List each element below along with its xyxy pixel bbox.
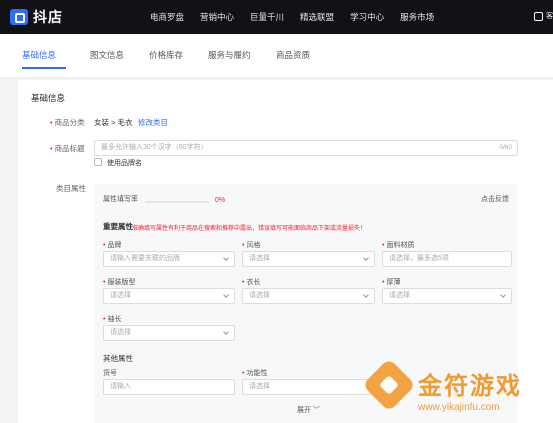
item-no-label: 货号 — [103, 370, 117, 377]
tab-basic-info[interactable]: 基础信息 — [22, 49, 56, 61]
tab-image-text[interactable]: 图文信息 — [90, 49, 124, 61]
use-brand-name-checkbox[interactable] — [94, 158, 102, 166]
fill-rate-progress — [145, 201, 209, 203]
chevron-down-icon — [223, 292, 229, 298]
fill-rate-percent: 0% — [215, 197, 226, 204]
item-no-input[interactable]: 请输入 — [103, 379, 235, 395]
sleeve-select[interactable]: 请选择 — [103, 325, 235, 341]
brand-label: • 品牌 — [103, 242, 122, 249]
title-char-counter: 0/60 — [499, 144, 512, 151]
top-nav-bar: 抖店 电商罗盘 营销中心 巨量千川 精选联盟 学习中心 服务市场 客 — [0, 0, 553, 34]
chevron-down-icon — [500, 292, 506, 298]
customer-service-button[interactable]: 客 — [534, 11, 553, 21]
active-tab-indicator — [22, 67, 66, 69]
fabric-label: • 面料材质 — [382, 242, 415, 249]
sleeve-label: • 袖长 — [103, 316, 122, 323]
feedback-link[interactable]: 点击反馈 — [481, 194, 509, 204]
title-label: • 商品标题 — [50, 144, 85, 153]
important-attrs-hint: 准确填写属性有利于商品在搜索和推荐中露出，错误填写可能面临商品下架或流量损失！ — [132, 226, 367, 232]
important-attrs-title: 重要属性 — [103, 222, 133, 231]
edit-category-link[interactable]: 修改类目 — [138, 117, 168, 128]
tab-price-stock[interactable]: 价格库存 — [149, 49, 183, 61]
chevron-down-icon — [363, 292, 369, 298]
watermark-title: 金符游戏 — [418, 373, 522, 400]
section-title: 基础信息 — [31, 93, 66, 103]
customer-service-icon — [534, 11, 543, 21]
expand-button[interactable]: 展开 ﹀ — [297, 405, 320, 415]
fit-label: • 服装版型 — [103, 279, 136, 286]
watermark: 金符游戏 www.yikajinfu.com — [362, 358, 553, 423]
top-nav-item[interactable]: 电商罗盘 — [150, 11, 184, 23]
thickness-select[interactable]: 请选择 — [382, 288, 512, 304]
watermark-url: www.yikajinfu.com — [418, 402, 500, 413]
fit-select[interactable]: 请选择 — [103, 288, 235, 304]
top-nav-item[interactable]: 学习中心 — [350, 11, 384, 23]
function-select[interactable]: 请选择 — [242, 379, 375, 395]
fill-rate-label: 属性填写率 — [103, 196, 138, 203]
chevron-down-icon — [223, 329, 229, 335]
length-select[interactable]: 请选择 — [242, 288, 375, 304]
fabric-select[interactable]: 请选择，最多选5项 — [382, 251, 512, 267]
brand-select[interactable]: 请输入需要关联的品牌 — [103, 251, 235, 267]
chevron-down-icon — [223, 255, 229, 261]
function-label: • 功能性 — [242, 370, 268, 377]
top-nav-menu: 电商罗盘 营销中心 巨量千川 精选联盟 学习中心 服务市场 — [150, 11, 450, 23]
style-label: • 风格 — [242, 242, 261, 249]
tab-service-fulfillment[interactable]: 服务与履约 — [208, 49, 251, 61]
app-logo[interactable]: 抖店 — [10, 7, 150, 27]
category-label: • 商品分类 — [50, 118, 85, 127]
chevron-down-icon — [363, 255, 369, 261]
thickness-label: • 厚薄 — [382, 279, 401, 286]
top-nav-item[interactable]: 巨量千川 — [250, 11, 284, 23]
app-logo-text: 抖店 — [33, 9, 63, 25]
category-value: 女装 > 毛衣 — [94, 118, 133, 127]
top-nav-item[interactable]: 营销中心 — [200, 11, 234, 23]
length-label: • 衣长 — [242, 279, 261, 286]
product-title-input[interactable]: 最多允许输入30个汉字（60字符） 0/60 — [94, 140, 518, 156]
top-nav-item[interactable]: 服务市场 — [400, 11, 434, 23]
category-attrs-label: 类目属性 — [56, 184, 86, 193]
app-logo-icon — [10, 9, 28, 25]
use-brand-name-label: 使用品牌名 — [107, 160, 142, 167]
tab-qualification[interactable]: 商品资质 — [276, 49, 310, 61]
other-attrs-title: 其他属性 — [103, 354, 133, 363]
customer-service-label: 客 — [546, 13, 553, 20]
style-select[interactable]: 请选择 — [242, 251, 375, 267]
form-tabs: 基础信息 图文信息 价格库存 服务与履约 商品资质 — [0, 34, 553, 78]
top-nav-item[interactable]: 精选联盟 — [300, 11, 334, 23]
